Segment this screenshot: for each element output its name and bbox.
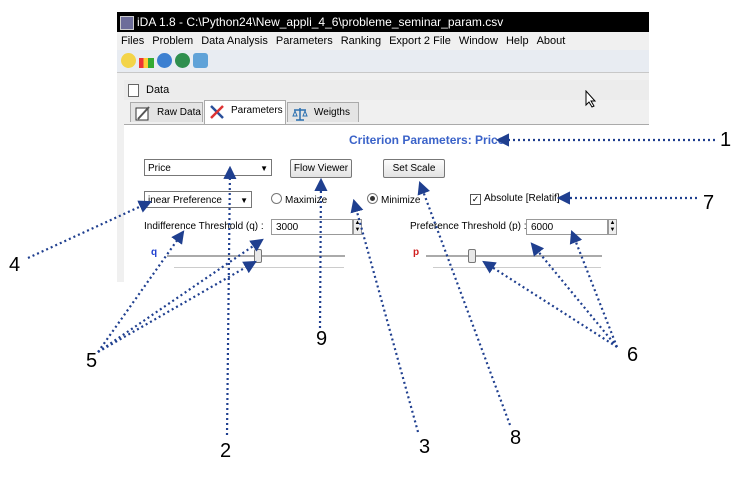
callout-arrow-6a [482, 260, 618, 348]
callout-arrow-2 [223, 165, 237, 436]
callout-label-6: 6 [627, 344, 639, 366]
callout-label-1: 1 [720, 129, 732, 151]
callout-arrow-8 [417, 180, 512, 426]
callout-label-8: 8 [510, 427, 522, 449]
callout-label-7: 7 [703, 192, 715, 214]
callout-label-5: 5 [86, 350, 98, 372]
callout-arrows [27, 133, 715, 436]
callout-arrow-3 [350, 198, 420, 433]
callout-arrow-6c [569, 229, 619, 348]
callout-label-4: 4 [9, 254, 21, 276]
callout-arrow-4 [27, 200, 152, 259]
callout-arrow-5b [97, 238, 264, 353]
callout-arrow-9 [314, 177, 328, 329]
callout-arrow-6b [530, 242, 618, 348]
callout-label-9: 9 [316, 328, 328, 350]
callout-label-2: 2 [220, 440, 232, 462]
callout-arrow-5c [97, 260, 257, 353]
callout-label-3: 3 [419, 436, 431, 458]
callout-arrow-5a [97, 230, 185, 353]
